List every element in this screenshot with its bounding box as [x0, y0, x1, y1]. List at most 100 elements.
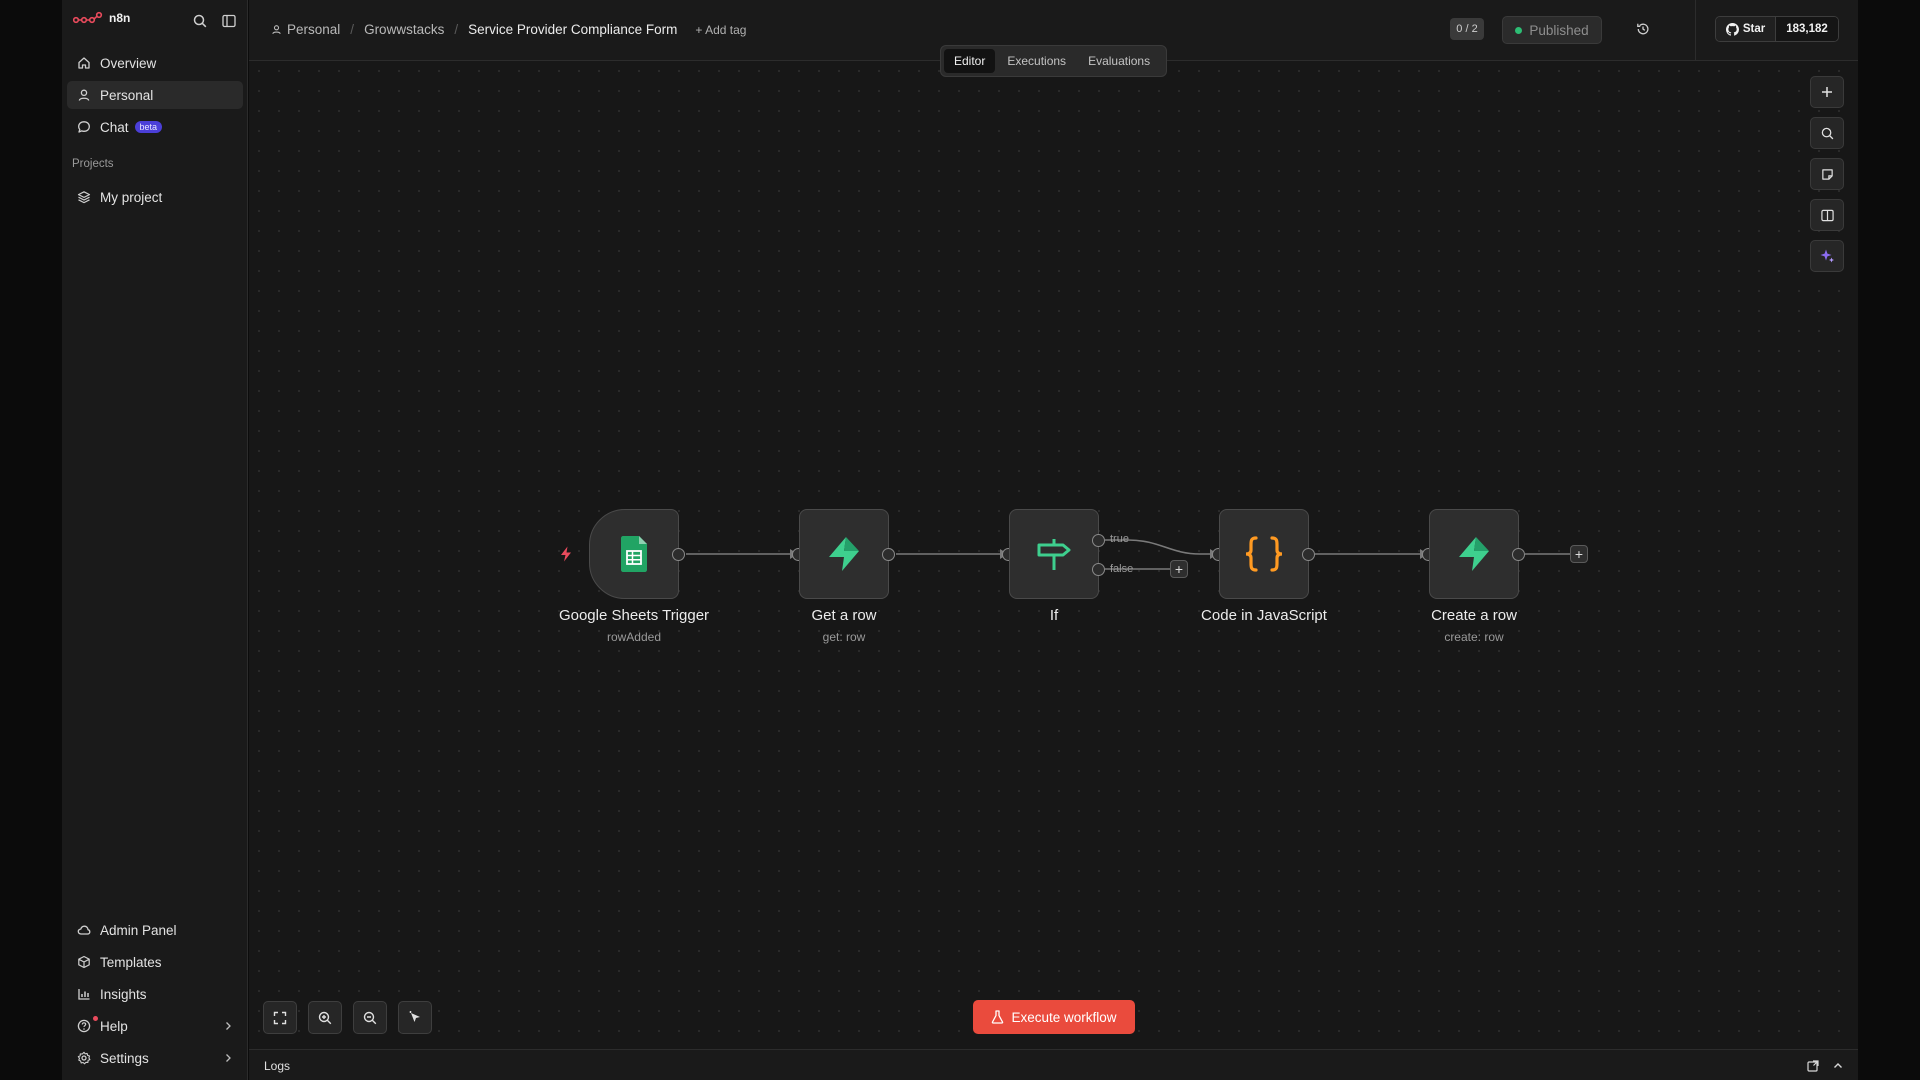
branch-label-false: false	[1110, 563, 1134, 575]
logo-text: n8n	[109, 11, 131, 25]
add-node-button[interactable]	[1810, 76, 1844, 108]
published-status-dot	[1515, 26, 1523, 34]
supabase-icon	[1459, 537, 1489, 571]
panel-right-icon	[1820, 209, 1834, 221]
toggle-sidebar-button[interactable]	[220, 12, 238, 30]
pointer-sparkle-icon	[409, 1011, 420, 1022]
node-title: Create a row	[1431, 607, 1517, 624]
publish-status-button[interactable]: Published	[1502, 16, 1602, 44]
code-braces-icon	[1245, 536, 1283, 572]
tab-executions[interactable]: Executions	[997, 49, 1076, 73]
publish-status-label: Published	[1529, 22, 1589, 38]
user-icon	[272, 25, 281, 35]
workflow-name[interactable]: Service Provider Compliance Form	[468, 22, 677, 37]
gear-icon	[77, 1051, 91, 1065]
output-handle-true[interactable]	[1092, 534, 1105, 547]
nav-personal-label: Personal	[100, 87, 154, 103]
node-create-a-row[interactable]	[1429, 509, 1519, 599]
add-tag-button[interactable]: + Add tag	[695, 23, 746, 37]
pop-out-logs-button[interactable]	[1806, 1059, 1820, 1073]
breadcrumb-personal[interactable]: Personal	[271, 22, 340, 37]
tab-editor[interactable]: Editor	[944, 49, 996, 73]
add-sticky-note-button[interactable]	[1810, 158, 1844, 190]
tidy-up-button[interactable]	[398, 1001, 432, 1034]
nav-admin-panel-label: Admin Panel	[100, 922, 177, 938]
ai-assistant-button[interactable]	[1810, 240, 1844, 272]
node-google-sheets-trigger[interactable]	[589, 509, 679, 599]
fit-view-button[interactable]	[263, 1001, 297, 1034]
node-if[interactable]	[1009, 509, 1099, 599]
nav-templates[interactable]: Templates	[67, 948, 243, 976]
output-handle-false[interactable]	[1092, 563, 1105, 576]
workflow-history-button[interactable]	[1634, 20, 1652, 38]
logs-panel-bar[interactable]: Logs	[249, 1049, 1858, 1080]
breadcrumb-folder[interactable]: Growwstacks	[364, 22, 444, 37]
projects-section-label: Projects	[72, 158, 114, 170]
view-tabs: Editor Executions Evaluations	[940, 45, 1167, 77]
execute-workflow-label: Execute workflow	[1011, 1009, 1117, 1025]
nav-overview[interactable]: Overview	[67, 49, 243, 77]
toggle-panel-button[interactable]	[1810, 199, 1844, 231]
expand-logs-button[interactable]	[1831, 1059, 1845, 1073]
node-title: Google Sheets Trigger	[558, 607, 710, 624]
sticky-note-icon	[1821, 168, 1833, 180]
n8n-logo[interactable]: n8n	[73, 11, 130, 25]
window-margin-left	[0, 0, 62, 1080]
output-handle[interactable]	[882, 548, 895, 561]
node-code-in-javascript[interactable]	[1219, 509, 1309, 599]
nav-settings[interactable]: Settings	[67, 1044, 243, 1072]
box-icon	[78, 955, 90, 969]
header-divider	[1695, 0, 1696, 60]
output-handle[interactable]	[672, 548, 685, 561]
nav-my-project[interactable]: My project	[67, 183, 243, 211]
node-subtitle: get: row	[822, 630, 866, 644]
sidebar: n8n Overview Personal Chat beta Projects…	[62, 0, 248, 1080]
execute-workflow-button[interactable]: Execute workflow	[973, 1000, 1135, 1034]
workflow-count-badge[interactable]: 0 / 2	[1450, 18, 1484, 40]
nav-personal[interactable]: Personal	[67, 81, 243, 109]
nav-overview-label: Overview	[100, 55, 157, 71]
breadcrumb: Personal / Growwstacks / Service Provide…	[271, 22, 746, 37]
zoom-in-icon	[318, 1011, 332, 1024]
sparkle-icon	[1820, 249, 1834, 263]
breadcrumb-personal-label: Personal	[287, 22, 341, 37]
nav-help[interactable]: Help	[67, 1012, 243, 1040]
output-handle[interactable]	[1302, 548, 1315, 561]
chat-icon	[78, 121, 90, 133]
nav-templates-label: Templates	[100, 954, 162, 970]
help-icon	[77, 1019, 91, 1033]
github-star-button[interactable]: Star 183,182	[1715, 16, 1839, 42]
github-star-count: 183,182	[1776, 17, 1838, 41]
node-get-a-row[interactable]	[799, 509, 889, 599]
search-nodes-button[interactable]	[1810, 117, 1844, 149]
nav-admin-panel[interactable]: Admin Panel	[67, 916, 243, 944]
chevron-right-icon	[226, 1022, 231, 1030]
nav-insights[interactable]: Insights	[67, 980, 243, 1008]
nav-insights-label: Insights	[100, 986, 147, 1002]
zoom-in-button[interactable]	[308, 1001, 342, 1034]
github-star-part: Star	[1716, 17, 1776, 41]
home-icon	[78, 57, 90, 69]
output-handle[interactable]	[1512, 548, 1525, 561]
search-button[interactable]	[191, 12, 209, 30]
tab-evaluations[interactable]: Evaluations	[1078, 49, 1160, 73]
layers-icon	[77, 191, 91, 204]
github-icon	[1725, 22, 1739, 36]
nav-my-project-label: My project	[100, 189, 163, 205]
help-notification-dot	[93, 1016, 98, 1021]
beta-badge: beta	[134, 121, 163, 133]
nav-chat-label: Chat	[100, 119, 129, 135]
zoom-out-button[interactable]	[353, 1001, 387, 1034]
nav-chat[interactable]: Chat beta	[67, 113, 243, 141]
n8n-logo-icon	[73, 11, 103, 24]
trigger-bolt-icon	[561, 546, 571, 562]
pop-out-icon	[1807, 1060, 1819, 1072]
search-icon	[193, 14, 207, 28]
cloud-icon	[77, 925, 91, 935]
add-node-false-branch-button[interactable]: +	[1170, 560, 1188, 578]
panel-left-icon	[222, 14, 236, 28]
add-next-node-button[interactable]: +	[1570, 545, 1588, 563]
history-icon	[1637, 23, 1649, 35]
maximize-icon	[273, 1011, 287, 1024]
signpost-icon	[1037, 539, 1071, 570]
